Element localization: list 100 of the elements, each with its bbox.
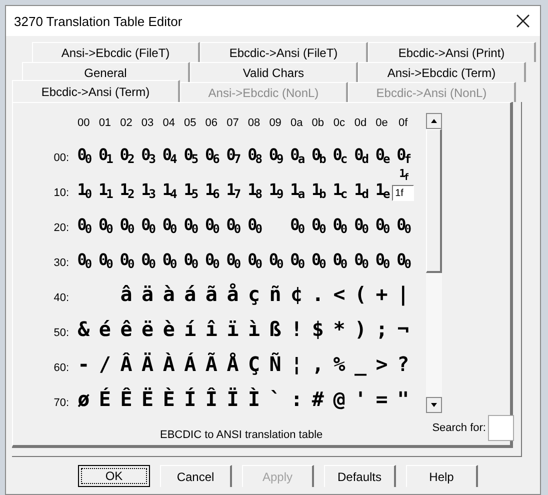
table-cell[interactable]: 1$_{a}$ xyxy=(290,180,304,203)
table-cell[interactable]: * xyxy=(333,317,346,343)
tab[interactable]: Ebcdic->Ansi (Term) xyxy=(12,80,180,102)
table-cell[interactable]: 1$_{4}$ xyxy=(162,180,176,203)
table-cell[interactable]: . xyxy=(312,282,324,308)
table-cell[interactable]: á xyxy=(184,282,196,308)
table-cell[interactable]: 0$_{0}$ xyxy=(162,250,176,273)
table-cell[interactable]: 0$_{0}$ xyxy=(162,215,176,238)
table-cell[interactable]: 0$_{0}$ xyxy=(184,215,197,238)
table-cell[interactable]: ø xyxy=(78,387,90,413)
table-cell[interactable]: ï xyxy=(226,317,239,343)
table-cell[interactable]: 0$_{0}$ xyxy=(332,250,346,273)
table-cell[interactable]: 0$_{0}$ xyxy=(141,215,154,238)
table-cell[interactable]: 0$_{0}$ xyxy=(120,250,133,273)
table-cell[interactable]: ñ xyxy=(269,282,282,308)
table-cell[interactable]: 0$_{0}$ xyxy=(375,215,388,238)
table-cell[interactable]: 0$_{0}$ xyxy=(184,250,197,273)
table-cell[interactable]: , xyxy=(312,352,324,378)
table-cell[interactable]: # xyxy=(312,387,324,413)
table-cell[interactable]: 0$_{0}$ xyxy=(290,215,304,238)
table-cell[interactable]: 0$_{0}$ xyxy=(396,250,410,273)
table-cell[interactable]: Î xyxy=(205,387,218,413)
table-cell[interactable]: 1$_{6}$ xyxy=(204,180,218,203)
table-cell[interactable]: Ê xyxy=(120,387,132,413)
table-cell[interactable]: > xyxy=(376,352,388,378)
table-cell[interactable]: Ã xyxy=(205,352,218,378)
table-cell[interactable]: 0$_{0}$ xyxy=(268,250,282,273)
table-cell[interactable]: 0$_{0}$ xyxy=(77,250,90,273)
tab[interactable]: Ebcdic->Ansi (Print) xyxy=(368,42,536,62)
table-cell[interactable]: ã xyxy=(205,282,218,308)
table-cell[interactable]: í xyxy=(184,317,196,343)
table-cell[interactable]: ! xyxy=(290,317,303,343)
scrollbar[interactable] xyxy=(426,113,442,413)
table-cell[interactable]: 0$_{0}$ xyxy=(311,215,324,238)
table-cell[interactable]: ç xyxy=(248,282,260,308)
table-cell[interactable]: 0$_{0}$ xyxy=(98,250,112,273)
table-cell[interactable]: 0$_{f}$ xyxy=(396,145,410,168)
table-cell[interactable]: 0$_{8}$ xyxy=(248,145,260,168)
table-cell[interactable]: ( xyxy=(354,282,367,308)
table-cell[interactable]: 0$_{0}$ xyxy=(98,215,112,238)
table-cell[interactable]: 0$_{7}$ xyxy=(226,145,240,168)
table-cell[interactable]: ê xyxy=(120,317,132,343)
table-cell[interactable]: 1$_{7}$ xyxy=(226,180,240,203)
table-cell[interactable]: ä xyxy=(142,282,154,308)
table-cell[interactable]: é xyxy=(98,317,111,343)
table-cell[interactable]: 0$_{0}$ xyxy=(290,250,304,273)
table-cell[interactable]: 0$_{0}$ xyxy=(375,250,388,273)
table-cell[interactable]: 0$_{1}$ xyxy=(98,145,112,168)
table-cell[interactable]: 0$_{0}$ xyxy=(354,250,367,273)
table-cell[interactable]: & xyxy=(78,317,90,343)
table-cell[interactable]: 1$_{8}$ xyxy=(248,180,260,203)
table-cell[interactable]: ? xyxy=(397,352,410,378)
table-cell[interactable]: 0$_{0}$ xyxy=(248,250,260,273)
table-cell[interactable]: Ç xyxy=(248,352,260,378)
tab[interactable]: Ansi->Ebcdic (FileT) xyxy=(32,42,200,62)
tab[interactable]: Ansi->Ebcdic (Term) xyxy=(358,62,526,82)
table-cell[interactable]: ¦ xyxy=(290,352,303,378)
scroll-up-icon[interactable] xyxy=(426,113,442,129)
table-cell[interactable]: 0$_{0}$ xyxy=(120,215,133,238)
table-cell[interactable]: ` xyxy=(269,387,282,413)
cell-input[interactable]: 1f xyxy=(392,185,414,201)
table-cell[interactable]: + xyxy=(376,282,388,308)
table-cell[interactable]: 1$_{5}$ xyxy=(184,180,197,203)
table-cell[interactable]: 0$_{0}$ xyxy=(226,215,240,238)
table-cell[interactable]: 1$_{1}$ xyxy=(98,180,112,203)
table-cell[interactable]: ß xyxy=(269,317,282,343)
table-cell[interactable]: 0$_{6}$ xyxy=(204,145,218,168)
table-cell[interactable]: 0$_{c}$ xyxy=(332,145,346,168)
table-cell[interactable]: < xyxy=(333,282,346,308)
table-cell[interactable]: 0$_{0}$ xyxy=(396,215,410,238)
table-cell[interactable]: ë xyxy=(142,317,154,343)
table-cell[interactable]: = xyxy=(376,387,388,413)
table-cell[interactable]: 0$_{0}$ xyxy=(354,215,367,238)
close-icon[interactable] xyxy=(516,14,530,28)
table-cell[interactable]: È xyxy=(162,387,175,413)
table-cell[interactable]: ' xyxy=(354,387,367,413)
table-cell[interactable]: : xyxy=(290,387,303,413)
table-cell[interactable]: ; xyxy=(376,317,388,343)
table-cell[interactable]: 1$_{9}$ xyxy=(268,180,282,203)
tab[interactable]: General xyxy=(22,62,190,82)
search-field[interactable] xyxy=(488,415,514,441)
tab[interactable]: Ebcdic->Ansi (FileT) xyxy=(200,42,368,62)
table-cell[interactable]: 1$_{e}$ xyxy=(375,180,388,203)
table-cell[interactable]: Í xyxy=(184,387,196,413)
table-cell[interactable]: 1$_{0}$ xyxy=(77,180,90,203)
table-cell[interactable]: 0$_{2}$ xyxy=(120,145,133,168)
table-cell[interactable]: Å xyxy=(226,352,239,378)
table-cell[interactable]: â xyxy=(120,282,132,308)
table-cell[interactable]: 0$_{d}$ xyxy=(354,145,367,168)
table-cell[interactable]: 0$_{0}$ xyxy=(204,215,218,238)
table-cell[interactable]: 0$_{b}$ xyxy=(311,145,324,168)
table-cell[interactable]: Ä xyxy=(142,352,154,378)
table-cell[interactable]: ì xyxy=(248,317,260,343)
table-cell[interactable]: Ï xyxy=(226,387,239,413)
table-cell[interactable]: Ñ xyxy=(269,352,282,378)
table-cell[interactable]: @ xyxy=(333,387,346,413)
table-cell[interactable]: 1$_{c}$ xyxy=(332,180,346,203)
table-cell[interactable]: Ë xyxy=(142,387,154,413)
table-cell[interactable]: É xyxy=(98,387,111,413)
table-cell[interactable]: 0$_{5}$ xyxy=(184,145,197,168)
